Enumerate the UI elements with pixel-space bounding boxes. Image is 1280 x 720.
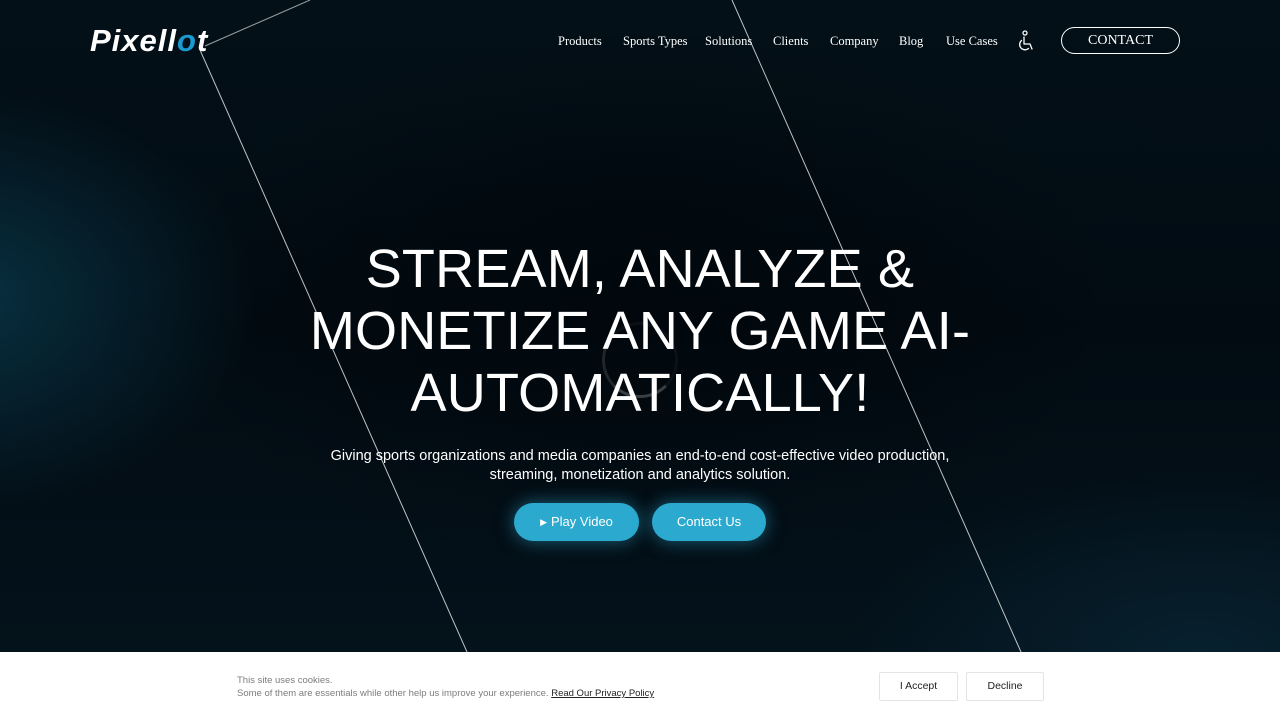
nav-item-use-cases[interactable]: Use Cases: [946, 33, 998, 49]
play-icon: ▶: [540, 517, 547, 527]
nav-item-products[interactable]: Products: [558, 33, 602, 49]
nav-item-solutions[interactable]: Solutions: [705, 33, 752, 49]
play-video-label: Play Video: [551, 514, 613, 529]
cookie-text: This site uses cookies. Some of them are…: [237, 674, 654, 700]
nav-item-company[interactable]: Company: [830, 33, 879, 49]
hero-subtitle: Giving sports organizations and media co…: [330, 448, 950, 483]
accessibility-icon[interactable]: [1016, 30, 1036, 52]
cookie-line-2-text: Some of them are essentials while other …: [237, 688, 549, 699]
cookie-line-2: Some of them are essentials while other …: [237, 687, 654, 700]
nav-item-clients[interactable]: Clients: [773, 33, 808, 49]
nav-item-sports-types[interactable]: Sports Types: [623, 33, 688, 49]
cookie-line-1: This site uses cookies.: [237, 675, 333, 686]
contact-button[interactable]: CONTACT: [1061, 27, 1180, 54]
decline-cookies-button[interactable]: Decline: [966, 672, 1044, 701]
accept-cookies-button[interactable]: I Accept: [879, 672, 958, 701]
privacy-policy-link[interactable]: Read Our Privacy Policy: [551, 688, 654, 699]
nav-item-blog[interactable]: Blog: [899, 33, 923, 49]
contact-us-button[interactable]: Contact Us: [652, 503, 766, 541]
cookie-bar: This site uses cookies. Some of them are…: [0, 652, 1280, 720]
hero-headline: STREAM, ANALYZE & MONETIZE ANY GAME AI-A…: [309, 239, 971, 423]
play-video-button[interactable]: ▶ Play Video: [514, 503, 639, 541]
